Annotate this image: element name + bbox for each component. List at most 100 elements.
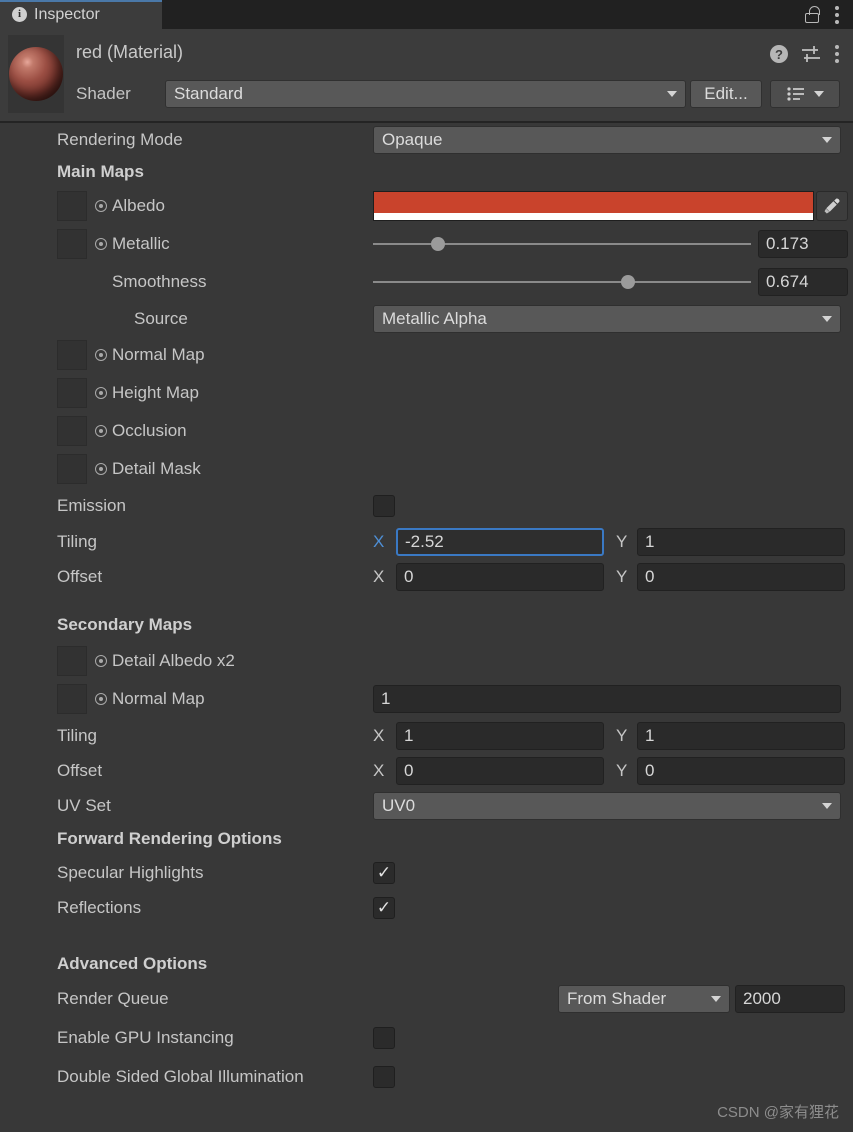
albedo-eyedropper-button[interactable] — [816, 191, 848, 221]
smoothness-slider[interactable] — [373, 272, 751, 292]
row-main-tiling: Tiling X -2.52 Y 1 — [0, 524, 853, 559]
smoothness-slider-track — [373, 281, 751, 283]
main-tiling-label: Tiling — [57, 531, 97, 551]
metallic-slider[interactable] — [373, 234, 751, 254]
spacer-advanced — [0, 925, 853, 947]
lock-open-icon[interactable] — [805, 6, 820, 23]
row-detail-mask: Detail Mask — [0, 450, 853, 488]
eyedropper-icon — [824, 198, 840, 214]
secondary-offset-x-field[interactable]: 0 — [396, 756, 604, 785]
render-queue-mode-dropdown[interactable]: From Shader — [558, 985, 730, 1013]
main-offset-x-field[interactable]: 0 — [396, 562, 604, 591]
secondary-maps-header: Secondary Maps — [57, 615, 193, 634]
uv-set-label: UV Set — [57, 795, 111, 815]
secondary-offset-y-axis-label: Y — [616, 760, 628, 780]
source-dropdown[interactable]: Metallic Alpha — [373, 304, 841, 333]
secondary-normal-map-target-icon[interactable] — [95, 693, 107, 705]
preset-list-icon — [786, 87, 804, 101]
secondary-offset-x-axis-label: X — [373, 760, 385, 780]
chevron-down-icon — [822, 137, 832, 143]
secondary-normal-map-texture-slot[interactable] — [57, 684, 87, 714]
occlusion-texture-slot[interactable] — [57, 416, 87, 446]
shader-dropdown-value: Standard — [174, 84, 243, 103]
row-smoothness: Smoothness 0.674 — [0, 263, 853, 301]
height-map-texture-slot[interactable] — [57, 378, 87, 408]
albedo-color-swatch[interactable] — [373, 191, 814, 221]
main-offset-y-axis-label: Y — [616, 566, 628, 586]
material-header: red (Material) ? Shader Standard Edit... — [0, 29, 853, 123]
metallic-texture-slot[interactable] — [57, 229, 87, 259]
metallic-target-icon[interactable] — [95, 238, 107, 250]
albedo-texture-slot[interactable] — [57, 191, 87, 221]
shader-edit-label: Edit... — [704, 84, 748, 103]
metallic-value-field[interactable]: 0.173 — [758, 230, 848, 258]
preset-settings-icon[interactable] — [801, 45, 821, 63]
metallic-label: Metallic — [112, 234, 170, 253]
row-secondary-maps-header: Secondary Maps — [0, 608, 853, 642]
main-tiling-y-field[interactable]: 1 — [637, 527, 845, 556]
row-source: Source Metallic Alpha — [0, 301, 853, 336]
rendering-mode-label: Rendering Mode — [57, 130, 183, 149]
tab-kebab-menu-icon[interactable] — [834, 5, 839, 24]
row-secondary-normal-map: Normal Map 1 — [0, 680, 853, 718]
height-map-target-icon[interactable] — [95, 387, 107, 399]
forward-rendering-header: Forward Rendering Options — [57, 829, 282, 848]
source-label: Source — [134, 308, 188, 328]
render-queue-value-field[interactable]: 2000 — [735, 985, 845, 1013]
row-rendering-mode: Rendering Mode Opaque — [0, 123, 853, 157]
detail-mask-texture-slot[interactable] — [57, 454, 87, 484]
emission-checkbox[interactable] — [373, 495, 395, 517]
main-tiling-x-value: -2.52 — [405, 531, 444, 551]
row-metallic: Metallic 0.173 — [0, 225, 853, 263]
main-tiling-y-axis-label: Y — [616, 531, 628, 551]
reflections-checkbox[interactable]: ✓ — [373, 896, 395, 919]
main-offset-x-value: 0 — [404, 566, 414, 586]
uv-set-value: UV0 — [382, 795, 416, 815]
secondary-offset-x-value: 0 — [404, 760, 414, 780]
metallic-slider-track — [373, 243, 751, 245]
occlusion-target-icon[interactable] — [95, 425, 107, 437]
shader-dropdown[interactable]: Standard — [165, 80, 686, 108]
normal-map-texture-slot[interactable] — [57, 340, 87, 370]
secondary-tiling-y-field[interactable]: 1 — [637, 721, 845, 750]
detail-albedo-texture-slot[interactable] — [57, 646, 87, 676]
help-icon[interactable]: ? — [770, 45, 788, 63]
tab-inspector[interactable]: i Inspector — [0, 0, 162, 29]
smoothness-value-field[interactable]: 0.674 — [758, 268, 848, 296]
rendering-mode-dropdown[interactable]: Opaque — [373, 126, 841, 154]
specular-highlights-checkbox[interactable]: ✓ — [373, 861, 395, 884]
settings-sliders-glyph — [802, 46, 820, 62]
normal-map-target-icon[interactable] — [95, 349, 107, 361]
double-sided-gi-checkbox[interactable] — [373, 1065, 395, 1088]
secondary-offset-y-field[interactable]: 0 — [637, 756, 845, 785]
main-tiling-x-axis-label: X — [373, 531, 385, 551]
material-preset-button[interactable] — [770, 80, 840, 108]
material-kebab-menu-icon[interactable] — [834, 45, 839, 63]
emission-label: Emission — [57, 496, 126, 515]
chevron-down-icon — [822, 802, 832, 809]
secondary-tiling-x-field[interactable]: 1 — [396, 721, 604, 750]
metallic-slider-handle[interactable] — [431, 237, 446, 251]
main-tiling-x-field[interactable]: -2.52 — [396, 527, 604, 556]
detail-albedo-target-icon[interactable] — [95, 655, 107, 667]
material-header-actions: ? — [770, 45, 839, 63]
albedo-color-fill — [374, 192, 813, 213]
advanced-options-header: Advanced Options — [57, 953, 208, 973]
uv-set-dropdown[interactable]: UV0 — [373, 791, 841, 820]
detail-mask-target-icon[interactable] — [95, 463, 107, 475]
shader-edit-button[interactable]: Edit... — [690, 80, 762, 108]
info-icon: i — [12, 7, 27, 22]
secondary-tiling-y-value: 1 — [645, 725, 655, 745]
albedo-target-icon[interactable] — [95, 200, 107, 212]
albedo-alpha-bar — [374, 213, 813, 220]
main-offset-y-field[interactable]: 0 — [637, 562, 845, 591]
secondary-normal-map-scale-field[interactable]: 1 — [373, 685, 841, 713]
main-maps-header: Main Maps — [57, 162, 144, 181]
double-sided-gi-label: Double Sided Global Illumination — [57, 1066, 304, 1086]
normal-map-label: Normal Map — [112, 345, 205, 364]
secondary-tiling-label: Tiling — [57, 725, 97, 745]
smoothness-slider-handle[interactable] — [620, 275, 635, 289]
tab-bar-actions — [805, 0, 853, 29]
gpu-instancing-checkbox[interactable] — [373, 1026, 395, 1049]
secondary-normal-map-label: Normal Map — [112, 689, 205, 708]
